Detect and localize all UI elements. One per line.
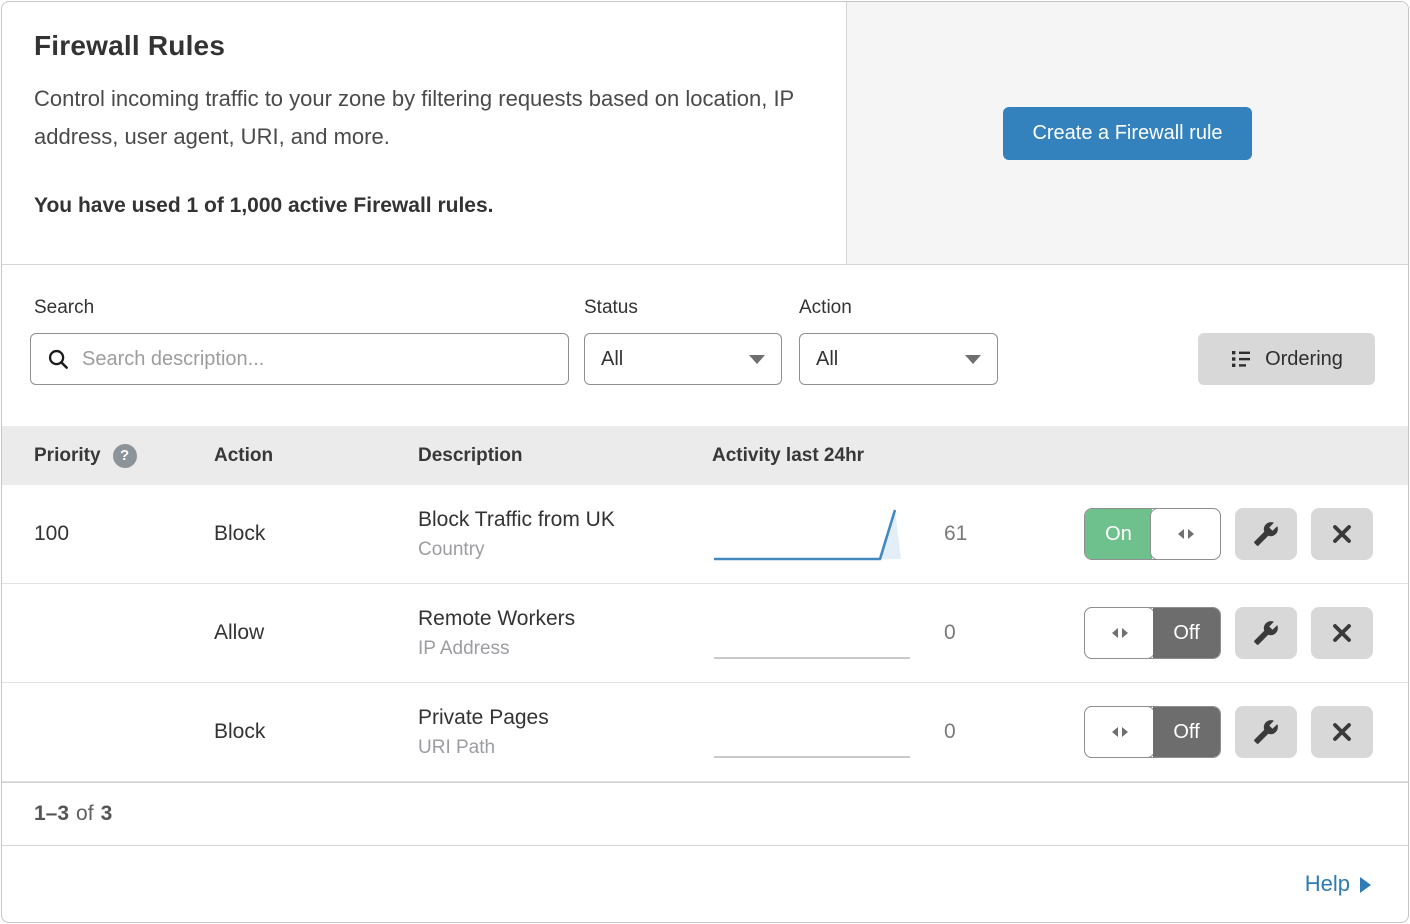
toggle-handle-icon — [1084, 607, 1155, 659]
activity-sparkline — [712, 601, 912, 665]
rule-activity-cell: 0 — [712, 700, 1084, 764]
rule-action: Block — [214, 522, 418, 546]
page-header: Firewall Rules Control incoming traffic … — [2, 2, 1408, 265]
toggle-handle-icon — [1150, 508, 1221, 560]
delete-rule-button[interactable] — [1311, 508, 1373, 560]
action-select[interactable]: All — [799, 333, 998, 385]
action-selected-value: All — [816, 348, 838, 371]
delete-rule-button[interactable] — [1311, 706, 1373, 758]
table-row: 100 Block Block Traffic from UK Country … — [2, 485, 1408, 584]
ordering-button[interactable]: Ordering — [1198, 333, 1375, 385]
rule-action: Block — [214, 720, 418, 744]
firewall-rules-panel: Firewall Rules Control incoming traffic … — [1, 1, 1409, 923]
wrench-icon — [1253, 521, 1279, 547]
rule-description-cell: Remote Workers IP Address — [418, 607, 712, 660]
rule-description-cell: Private Pages URI Path — [418, 706, 712, 759]
table-row: Allow Remote Workers IP Address 0 Off — [2, 584, 1408, 683]
rule-enabled-toggle[interactable]: Off — [1084, 706, 1221, 758]
column-activity: Activity last 24hr — [712, 445, 1373, 467]
pagination-range: 1–3 — [34, 802, 69, 826]
wrench-icon — [1253, 620, 1279, 646]
column-description: Description — [418, 445, 712, 467]
toggle-state-label: Off — [1153, 707, 1220, 757]
chevron-down-icon — [749, 355, 765, 364]
search-input[interactable] — [82, 334, 568, 384]
toggle-state-label: On — [1085, 509, 1152, 559]
activity-count: 61 — [944, 522, 967, 546]
rule-description-cell: Block Traffic from UK Country — [418, 508, 712, 561]
create-firewall-rule-button[interactable]: Create a Firewall rule — [1003, 107, 1251, 160]
search-input-wrapper — [30, 333, 569, 385]
activity-count: 0 — [944, 720, 956, 744]
toggle-state-label: Off — [1153, 608, 1220, 658]
rule-controls: On — [1084, 508, 1373, 560]
x-icon — [1330, 720, 1354, 744]
table-row: Block Private Pages URI Path 0 Off — [2, 683, 1408, 782]
rule-description: Remote Workers — [418, 607, 712, 631]
rule-controls: Off — [1084, 607, 1373, 659]
rule-match-type: URI Path — [418, 737, 712, 759]
table-header: Priority ? Action Description Activity l… — [2, 426, 1408, 485]
rule-priority: 100 — [34, 522, 214, 546]
x-icon — [1330, 522, 1354, 546]
rule-activity-cell: 0 — [712, 601, 1084, 665]
status-label: Status — [584, 297, 638, 319]
status-select[interactable]: All — [584, 333, 782, 385]
list-icon — [1230, 348, 1252, 370]
status-selected-value: All — [601, 348, 623, 371]
help-link-label: Help — [1305, 871, 1350, 897]
header-text-block: Firewall Rules Control incoming traffic … — [2, 2, 847, 264]
ordering-button-label: Ordering — [1265, 348, 1343, 371]
rule-activity-cell: 61 — [712, 502, 1084, 566]
rule-enabled-toggle[interactable]: Off — [1084, 607, 1221, 659]
search-label: Search — [34, 297, 94, 319]
rule-action: Allow — [214, 621, 418, 645]
arrow-right-icon — [1360, 877, 1371, 893]
search-icon — [47, 348, 70, 371]
header-action-panel: Create a Firewall rule — [847, 2, 1408, 264]
rule-match-type: Country — [418, 539, 712, 561]
wrench-icon — [1253, 719, 1279, 745]
edit-rule-button[interactable] — [1235, 706, 1297, 758]
priority-help-icon[interactable]: ? — [113, 444, 137, 468]
rule-enabled-toggle[interactable]: On — [1084, 508, 1221, 560]
rule-description: Block Traffic from UK — [418, 508, 712, 532]
pagination-of-label: of — [76, 802, 94, 826]
page-description: Control incoming traffic to your zone by… — [34, 80, 804, 156]
filter-bar: Search Status All Action All Ordering — [2, 265, 1408, 426]
chevron-down-icon — [965, 355, 981, 364]
edit-rule-button[interactable] — [1235, 607, 1297, 659]
pagination-status: 1–3 of 3 — [2, 782, 1408, 846]
rule-match-type: IP Address — [418, 638, 712, 660]
activity-count: 0 — [944, 621, 956, 645]
delete-rule-button[interactable] — [1311, 607, 1373, 659]
toggle-handle-icon — [1084, 706, 1155, 758]
action-label: Action — [799, 297, 852, 319]
activity-sparkline — [712, 700, 912, 764]
usage-note: You have used 1 of 1,000 active Firewall… — [34, 194, 814, 218]
rule-controls: Off — [1084, 706, 1373, 758]
help-link[interactable]: Help — [1305, 871, 1371, 897]
help-bar: Help — [2, 846, 1408, 922]
page-title: Firewall Rules — [34, 30, 814, 62]
priority-column-label: Priority — [34, 445, 101, 467]
column-priority: Priority ? — [34, 444, 214, 468]
x-icon — [1330, 621, 1354, 645]
rule-description: Private Pages — [418, 706, 712, 730]
edit-rule-button[interactable] — [1235, 508, 1297, 560]
activity-sparkline — [712, 502, 912, 566]
pagination-total: 3 — [101, 802, 113, 826]
column-action: Action — [214, 445, 418, 467]
